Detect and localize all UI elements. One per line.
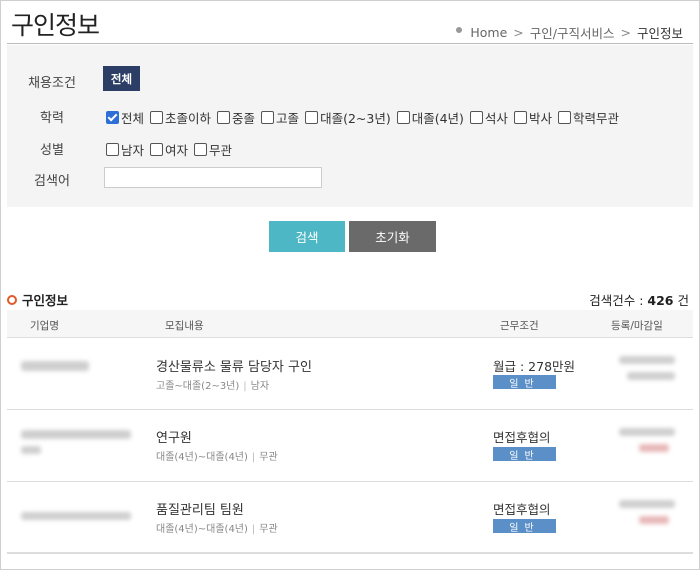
- column-dates: 등록/마감일: [611, 320, 663, 332]
- gender-label: 성별: [40, 143, 64, 158]
- breadcrumb-separator: >: [620, 25, 631, 40]
- education-label: 학력: [40, 111, 64, 126]
- reset-button[interactable]: 초기화: [349, 221, 436, 252]
- breadcrumb-separator: >: [513, 25, 524, 40]
- company-logo-blurred: [21, 428, 133, 454]
- employment-label: 채용조건: [28, 76, 76, 91]
- checkbox-icon[interactable]: [396, 111, 410, 124]
- job-requirements: 고졸~대졸(2~3년) | 남자: [156, 381, 270, 392]
- job-requirements: 대졸(4년)~대졸(4년) | 무관: [156, 524, 278, 535]
- breadcrumb-home[interactable]: Home: [470, 25, 507, 40]
- work-condition: 월급 : 278만원: [493, 359, 576, 374]
- results-heading: 구인정보: [7, 290, 68, 309]
- table-row[interactable]: 경산물류소 물류 담당자 구인 고졸~대졸(2~3년) | 남자 월급 : 278만…: [7, 338, 693, 410]
- dates-blurred: [619, 500, 679, 524]
- breadcrumb-current: 구인정보: [636, 26, 683, 41]
- edu-checkbox-middle[interactable]: 중졸: [217, 108, 255, 127]
- gender-checkbox-any[interactable]: 무관: [194, 140, 232, 159]
- edu-checkbox-any[interactable]: 학력무관: [557, 108, 619, 127]
- title-divider: [7, 43, 693, 44]
- home-icon: [456, 26, 463, 33]
- edu-checkbox-elementary[interactable]: 초졸이하: [150, 108, 211, 127]
- job-type-badge: 일반: [493, 519, 556, 534]
- checkbox-icon[interactable]: [261, 111, 275, 124]
- edu-checkbox-college2[interactable]: 대졸(2~3년): [305, 108, 391, 127]
- education-options: 전체 초졸이하 중졸 고졸 대졸(2~3년) 대졸(4년) 석사 박사 학력무관: [106, 108, 625, 127]
- result-count: 검색건수 : 426 건: [589, 293, 689, 308]
- gender-checkbox-male[interactable]: 남자: [106, 140, 144, 159]
- checkbox-checked-icon[interactable]: [106, 111, 119, 124]
- edu-checkbox-college4[interactable]: 대졸(4년): [396, 108, 464, 127]
- table-header: 기업명 모집내용 근무조건 등록/마감일: [7, 310, 693, 338]
- column-content: 모집내용: [165, 320, 204, 332]
- dates-blurred: [619, 428, 679, 452]
- checkbox-icon[interactable]: [150, 143, 164, 156]
- job-title-link[interactable]: 품질관리팀 팀원: [156, 499, 244, 518]
- work-condition: 면접후협의: [493, 430, 551, 445]
- checkbox-icon[interactable]: [150, 111, 164, 124]
- bullet-circle-icon: [7, 294, 17, 305]
- result-count-number: 426: [647, 293, 674, 308]
- checkbox-icon[interactable]: [106, 143, 119, 156]
- edu-checkbox-doctor[interactable]: 박사: [513, 108, 552, 127]
- checkbox-icon[interactable]: [217, 111, 231, 124]
- checkbox-icon[interactable]: [469, 111, 483, 124]
- work-condition: 면접후협의: [493, 502, 551, 517]
- edu-checkbox-high[interactable]: 고졸: [261, 108, 299, 127]
- column-company: 기업명: [30, 320, 59, 332]
- company-logo-blurred: [21, 356, 91, 378]
- job-requirements: 대졸(4년)~대졸(4년) | 무관: [156, 452, 278, 463]
- job-type-badge: 일반: [493, 447, 556, 462]
- checkbox-icon[interactable]: [557, 111, 571, 124]
- edu-checkbox-master[interactable]: 석사: [469, 108, 508, 127]
- job-type-badge: 일반: [493, 375, 556, 390]
- dates-blurred: [619, 356, 679, 380]
- gender-checkbox-female[interactable]: 여자: [150, 140, 188, 159]
- checkbox-icon[interactable]: [305, 111, 319, 124]
- edu-checkbox-all[interactable]: 전체: [106, 108, 144, 127]
- page-frame: 구인정보 Home > 구인/구직서비스 > 구인정보 채용조건 전체 학력 전…: [0, 0, 700, 570]
- employment-all-button[interactable]: 전체: [103, 66, 140, 91]
- table-bottom-divider: [7, 552, 693, 553]
- page-title: 구인정보: [11, 11, 100, 40]
- column-conditions: 근무조건: [500, 320, 539, 332]
- breadcrumb-jobservice[interactable]: 구인/구직서비스: [530, 23, 615, 42]
- table-row[interactable]: 연구원 대졸(4년)~대졸(4년) | 무관 면접후협의 일반: [7, 410, 693, 482]
- keyword-label: 검색어: [34, 174, 70, 189]
- gender-options: 남자 여자 무관: [106, 140, 238, 159]
- table-row[interactable]: 품질관리팀 팀원 대졸(4년)~대졸(4년) | 무관 면접후협의 일반: [7, 482, 693, 554]
- job-title-link[interactable]: 경산물류소 물류 담당자 구인: [156, 356, 312, 375]
- search-filter-panel: 채용조건 전체 학력 전체 초졸이하 중졸 고졸 대졸(2~3년) 대졸(4년)…: [7, 45, 693, 207]
- company-logo-blurred: [21, 500, 133, 522]
- results-heading-label: 구인정보: [22, 293, 69, 308]
- job-title-link[interactable]: 연구원: [156, 427, 192, 446]
- search-button[interactable]: 검색: [269, 221, 345, 252]
- checkbox-icon[interactable]: [194, 143, 208, 156]
- breadcrumb: Home > 구인/구직서비스 > 구인정보: [456, 23, 683, 42]
- checkbox-icon[interactable]: [513, 111, 527, 124]
- keyword-input[interactable]: [104, 167, 322, 188]
